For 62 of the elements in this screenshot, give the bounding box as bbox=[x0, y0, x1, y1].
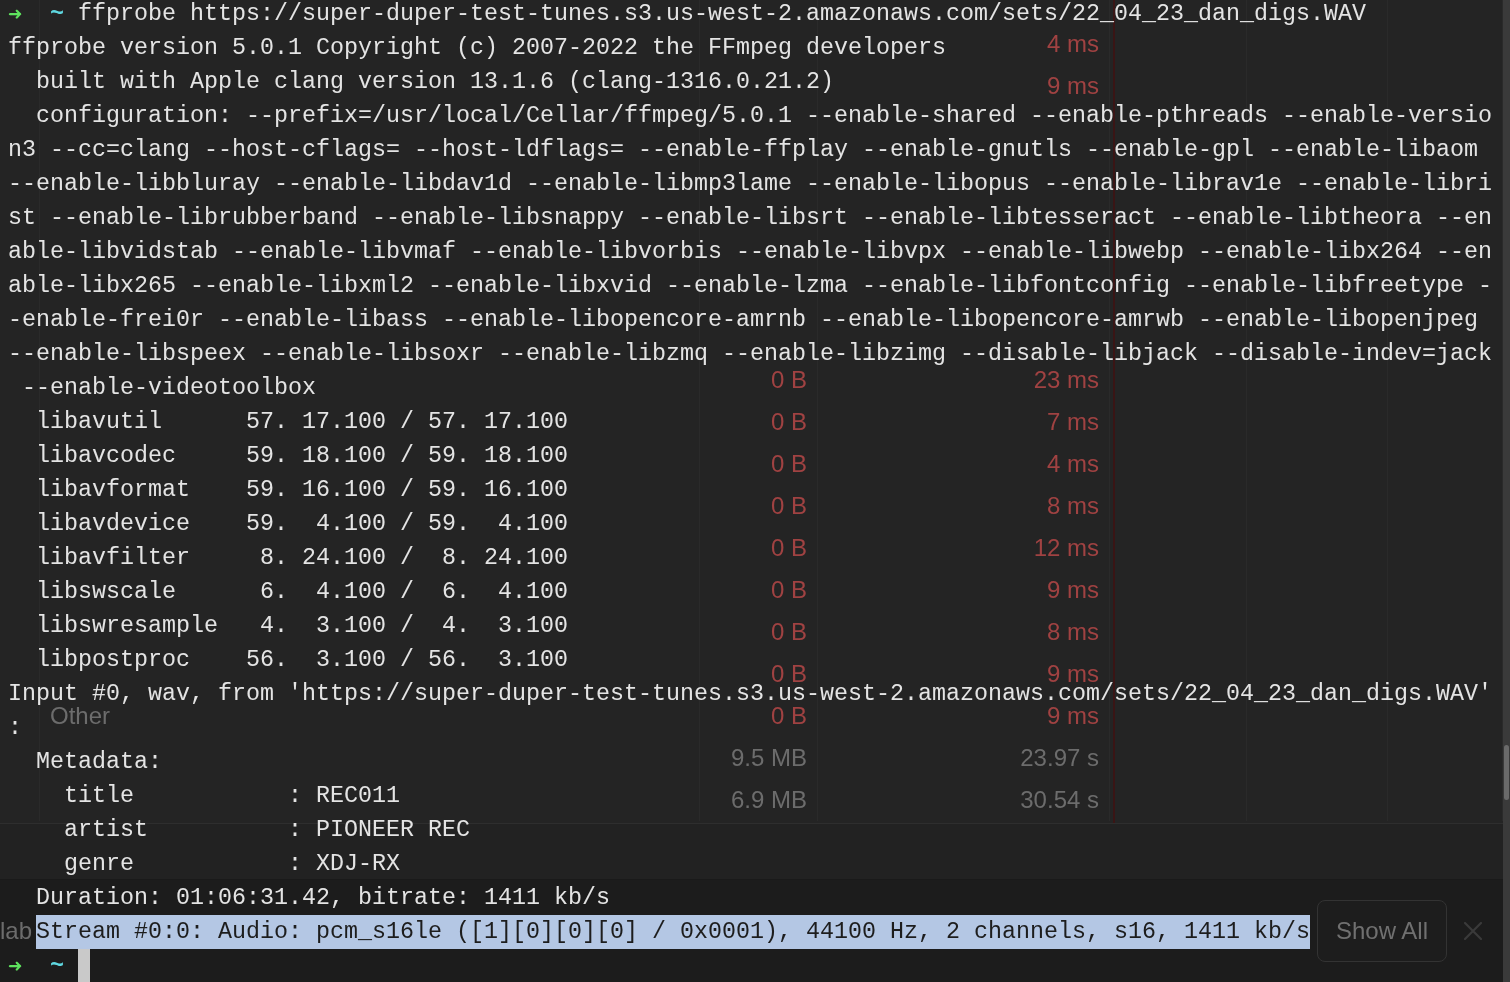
output-line: n3 --cc=clang --host-cflags= --host-ldflags= --enable-ffplay --enable-gnutls --enable-gpl --enable-libaom bbox=[8, 139, 1478, 161]
request-time: 8 ms bbox=[1047, 623, 1099, 641]
output-line: libswresample 4. 3.100 / 4. 3.100 bbox=[36, 615, 568, 637]
scrollbar-thumb[interactable] bbox=[1504, 745, 1509, 800]
request-size: 0 B bbox=[770, 581, 807, 599]
output-line: libavformat 59. 16.100 / 59. 16.100 bbox=[36, 479, 568, 501]
request-time: 30.54 s bbox=[1020, 791, 1099, 809]
command-text: ffprobe https://super-duper-test-tunes.s3.us-west-2.amazonaws.com/sets/22_04_23_dan_digs.WAV bbox=[78, 3, 1366, 25]
request-time: 8 ms bbox=[1047, 497, 1099, 515]
output-line: artist : PIONEER REC bbox=[64, 819, 470, 841]
prompt-directory: ~ bbox=[50, 0, 64, 29]
output-line: libpostproc 56. 3.100 / 56. 3.100 bbox=[36, 649, 568, 671]
request-time: 9 ms bbox=[1047, 665, 1099, 683]
output-line: Input #0, wav, from 'https://super-duper-test-tunes.s3.us-west-2.amazonaws.com/sets/22_04_23_dan_digs.WAV' bbox=[8, 683, 1492, 705]
output-line: libavutil 57. 17.100 / 57. 17.100 bbox=[36, 411, 568, 433]
request-size: 0 B bbox=[770, 707, 807, 725]
output-line: libavfilter 8. 24.100 / 8. 24.100 bbox=[36, 547, 568, 569]
request-size: 0 B bbox=[770, 623, 807, 641]
output-line: libavdevice 59. 4.100 / 59. 4.100 bbox=[36, 513, 568, 535]
output-line: --enable-libspeex --enable-libsoxr --enable-libzmq --enable-libzimg --disable-libjack --disable-indev=jack bbox=[8, 343, 1492, 365]
output-line: st --enable-librubberband --enable-libsnappy --enable-libsrt --enable-libtesseract --enable-libtheora --en bbox=[8, 207, 1492, 229]
output-line: able-libvidstab --enable-libvmaf --enable-libvorbis --enable-libvpx --enable-libwebp --enable-libx264 --en bbox=[8, 241, 1492, 263]
request-time: 23.97 s bbox=[1020, 749, 1099, 767]
request-time: 23 ms bbox=[1033, 371, 1099, 389]
request-time: 12 ms bbox=[1033, 539, 1099, 557]
close-icon[interactable] bbox=[1464, 922, 1482, 940]
request-size: 0 B bbox=[770, 371, 807, 389]
prompt-directory: ~ bbox=[50, 952, 64, 981]
output-line: -enable-frei0r --enable-libass --enable-libopencore-amrnb --enable-libopencore-amrwb --enable-libopenjpeg bbox=[8, 309, 1478, 331]
output-line: Metadata: bbox=[36, 751, 162, 773]
request-size: 9.5 MB bbox=[730, 749, 807, 767]
output-line: --enable-videotoolbox bbox=[22, 377, 316, 399]
request-time: 9 ms bbox=[1047, 707, 1099, 725]
request-size: 6.9 MB bbox=[730, 791, 807, 809]
prompt-arrow: ➜ bbox=[8, 951, 23, 982]
request-time: 9 ms bbox=[1047, 77, 1099, 95]
output-line: genre : XDJ-RX bbox=[64, 853, 400, 875]
request-time: 9 ms bbox=[1047, 581, 1099, 599]
scrollbar[interactable] bbox=[1503, 0, 1510, 982]
request-size: 0 B bbox=[770, 665, 807, 683]
output-line: ffprobe version 5.0.1 Copyright (c) 2007-2022 the FFmpeg developers bbox=[8, 37, 946, 59]
request-size: 0 B bbox=[770, 539, 807, 557]
output-line: title : REC011 bbox=[64, 785, 400, 807]
request-time: 4 ms bbox=[1047, 35, 1099, 53]
selected-text: Stream #0:0: Audio: pcm_s16le ([1][0][0][0] / 0x0001), 44100 Hz, 2 channels, s16, 1411 kb/s bbox=[36, 915, 1310, 949]
request-size: 0 B bbox=[770, 497, 807, 515]
request-size: 0 B bbox=[770, 413, 807, 431]
output-line: --enable-libbluray --enable-libdav1d --enable-libmp3lame --enable-libopus --enable-librav1e --enable-libri bbox=[8, 173, 1492, 195]
prompt-arrow: ➜ bbox=[8, 0, 23, 30]
output-line: : bbox=[8, 717, 22, 739]
footer-label: lab bbox=[0, 919, 33, 943]
request-name: Other bbox=[50, 707, 111, 725]
show-all-button[interactable]: Show All bbox=[1317, 900, 1447, 962]
output-line: libavcodec 59. 18.100 / 59. 18.100 bbox=[36, 445, 568, 467]
output-line: built with Apple clang version 13.1.6 (clang-1316.0.21.2) bbox=[36, 71, 834, 93]
request-time: 4 ms bbox=[1047, 455, 1099, 473]
output-line: libswscale 6. 4.100 / 6. 4.100 bbox=[36, 581, 568, 603]
output-line: Duration: 01:06:31.42, bitrate: 1411 kb/s bbox=[36, 887, 610, 909]
request-size: 0 B bbox=[770, 455, 807, 473]
output-line: configuration: --prefix=/usr/local/Cellar/ffmpeg/5.0.1 --enable-shared --enable-pthreads --enable-versio bbox=[36, 105, 1492, 127]
request-time: 7 ms bbox=[1047, 413, 1099, 431]
output-line: able-libx265 --enable-libxml2 --enable-libxvid --enable-lzma --enable-libfontconfig --enable-libfreetype - bbox=[8, 275, 1492, 297]
